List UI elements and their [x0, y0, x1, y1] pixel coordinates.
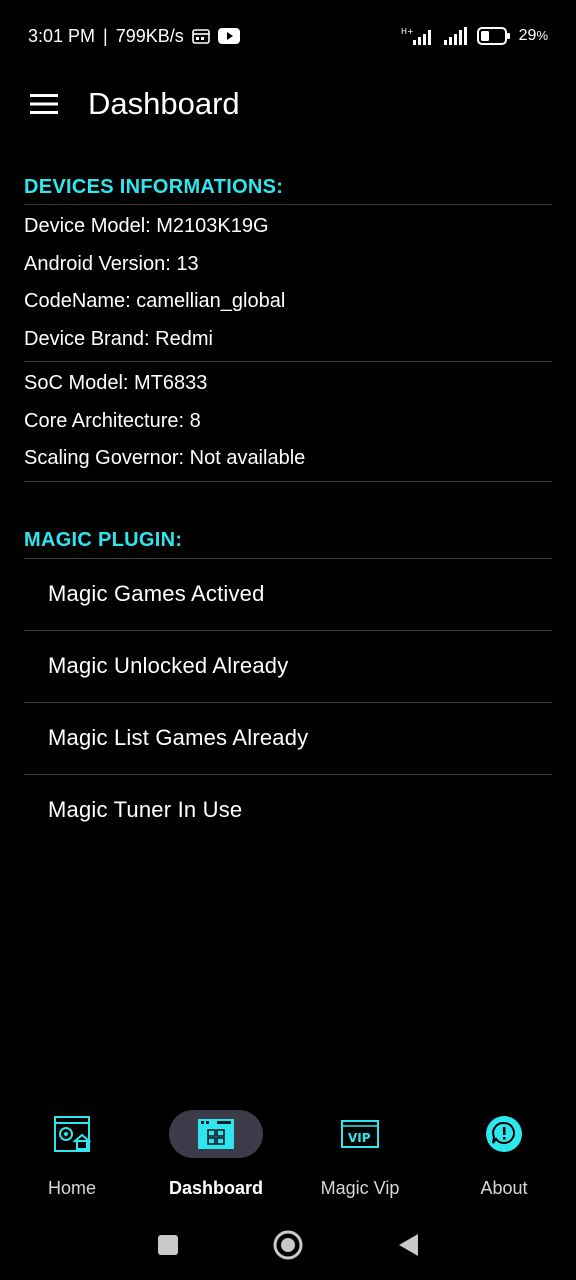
- plugin-item-list-games[interactable]: Magic List Games Already: [24, 703, 552, 774]
- battery-percent: 29%: [518, 27, 548, 44]
- plugin-item-tuner[interactable]: Magic Tuner In Use: [24, 775, 552, 846]
- triangle-back-icon: [399, 1234, 418, 1256]
- square-recents-icon: [158, 1235, 178, 1255]
- battery-icon: [476, 27, 511, 45]
- home-button[interactable]: [268, 1225, 308, 1265]
- info-android-version: Android Version: 13: [24, 252, 199, 275]
- back-button[interactable]: [388, 1225, 428, 1265]
- calendar-icon: [191, 28, 210, 44]
- plugin-item-unlocked[interactable]: Magic Unlocked Already: [24, 631, 552, 702]
- nav-item-about[interactable]: About: [432, 1100, 576, 1210]
- nav-active-pill: [169, 1110, 263, 1158]
- status-right: H+ 29%: [401, 26, 548, 46]
- dashboard-window-icon: [198, 1119, 234, 1149]
- nav-label-dashboard: Dashboard: [168, 1178, 264, 1198]
- device-info-group-1: Device Model: M2103K19G Android Version:…: [24, 205, 552, 361]
- bottom-navigation: Home Dashboard VIP Magic Vip About: [0, 1100, 576, 1210]
- dashboard-content: DEVICES INFORMATIONS: Device Model: M210…: [24, 170, 552, 846]
- section-title-devices: DEVICES INFORMATIONS:: [24, 175, 284, 198]
- signal-icon: [443, 26, 469, 46]
- info-device-model: Device Model: M2103K19G: [24, 215, 269, 238]
- menu-button[interactable]: [24, 84, 64, 124]
- nav-item-dashboard[interactable]: Dashboard: [144, 1100, 288, 1210]
- svg-text:H+: H+: [401, 27, 414, 36]
- plugin-item-games-actived[interactable]: Magic Games Actived: [24, 559, 552, 630]
- app-bar: Dashboard: [0, 72, 576, 136]
- status-time: 3:01 PM: [28, 25, 96, 46]
- section-title-magic-plugin: MAGIC PLUGIN:: [24, 529, 183, 551]
- info-soc-model: SoC Model: MT6833: [24, 372, 208, 395]
- info-device-brand: Device Brand: Redmi: [24, 327, 213, 350]
- nav-label-home: Home: [47, 1178, 96, 1198]
- recents-button[interactable]: [148, 1225, 188, 1265]
- device-info-group-2: SoC Model: MT6833 Core Architecture: 8 S…: [24, 362, 552, 481]
- nav-label-about: About: [480, 1178, 528, 1198]
- nav-item-magic-vip[interactable]: VIP Magic Vip: [288, 1100, 432, 1210]
- info-codename: CodeName: camellian_global: [24, 290, 286, 313]
- vip-icon: VIP: [341, 1120, 379, 1148]
- youtube-icon: [217, 28, 240, 44]
- chat-info-icon: [486, 1116, 522, 1152]
- status-left: 3:01 PM | 799KB/s: [28, 26, 240, 47]
- hamburger-menu-icon: [30, 94, 58, 114]
- nav-item-home[interactable]: Home: [0, 1100, 144, 1210]
- svg-text:VIP: VIP: [348, 1131, 371, 1145]
- status-separator: |: [103, 25, 108, 46]
- nav-label-magic-vip: Magic Vip: [320, 1178, 400, 1198]
- status-net-speed: 799KB/s: [115, 25, 184, 46]
- home-gear-icon: [54, 1116, 91, 1152]
- info-core-architecture: Core Architecture: 8: [24, 409, 201, 432]
- signal-hplus-icon: H+: [401, 26, 435, 46]
- system-navigation-bar: [0, 1210, 576, 1280]
- status-bar: 3:01 PM | 799KB/s H+ 29%: [0, 0, 576, 72]
- circle-home-icon: [273, 1230, 303, 1260]
- info-scaling-governor: Scaling Governor: Not available: [24, 447, 306, 470]
- page-title: Dashboard: [88, 86, 240, 121]
